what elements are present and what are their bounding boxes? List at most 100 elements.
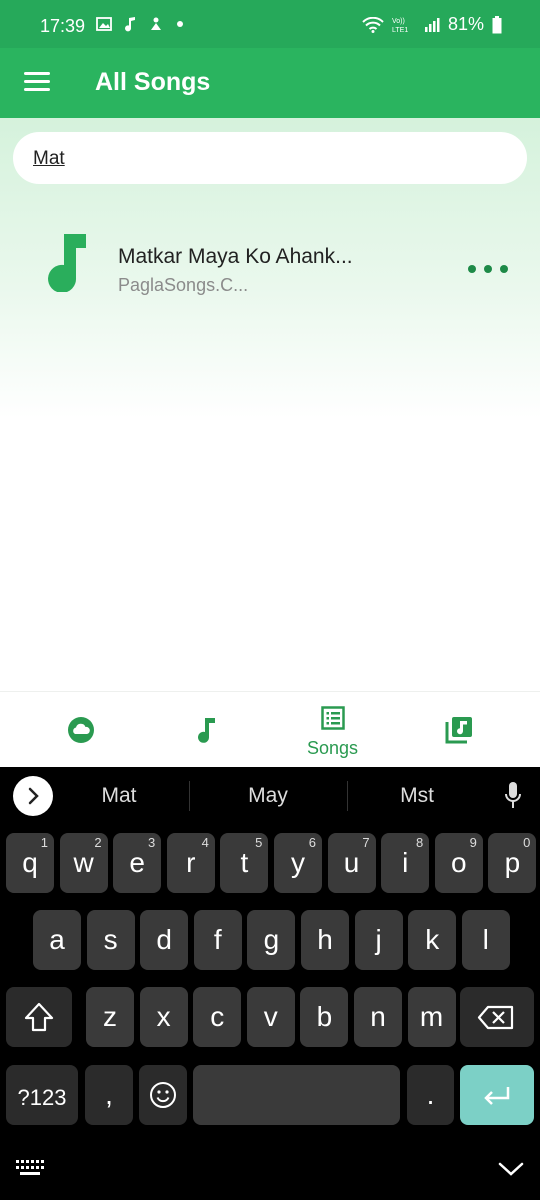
key-y-label: y — [291, 847, 305, 878]
key-s[interactable]: s — [86, 910, 135, 970]
app-bar: All Songs — [0, 48, 540, 118]
key-g[interactable]: g — [247, 910, 296, 970]
microphone-icon[interactable] — [503, 781, 523, 811]
key-i-hint: 8 — [415, 835, 424, 850]
key-f-label: f — [213, 924, 222, 955]
key-l[interactable]: l — [461, 910, 510, 970]
status-bar: 17:39 Vo)) LTE1 81% — [0, 0, 540, 48]
key-j-label: j — [375, 924, 382, 955]
signal-icon — [424, 17, 440, 32]
song-list-item[interactable]: Matkar Maya Ko Ahank... PaglaSongs.C... — [0, 212, 540, 322]
hide-keyboard-icon[interactable] — [498, 1161, 524, 1177]
key-e-label: e — [129, 847, 145, 878]
key-z-label: z — [103, 1001, 117, 1032]
keyboard-grid-icon[interactable] — [16, 1159, 44, 1179]
key-r[interactable]: r4 — [166, 833, 215, 893]
key-m-label: m — [419, 1001, 444, 1032]
symbols-key[interactable]: ?123 — [6, 1065, 78, 1125]
nav-songs[interactable]: Songs — [265, 692, 400, 768]
key-z[interactable]: z — [86, 987, 134, 1047]
menu-icon[interactable] — [24, 72, 50, 92]
comma-key-label: , — [105, 1079, 113, 1110]
key-h-label: h — [317, 924, 333, 955]
key-b-label: b — [316, 1001, 333, 1032]
key-i-label: i — [402, 847, 409, 878]
key-f[interactable]: f — [193, 910, 242, 970]
wifi-icon — [362, 16, 384, 33]
key-o[interactable]: o9 — [434, 833, 483, 893]
dot-icon — [177, 21, 183, 27]
expand-toolbar-button[interactable] — [13, 776, 53, 816]
key-w-label: w — [73, 847, 94, 878]
keyboard: Mat May Mst q1w2e3r4t5y6u7i8o9p0 asdfghj… — [0, 767, 540, 1200]
song-subtitle: PaglaSongs.C... — [118, 275, 249, 295]
key-x[interactable]: x — [139, 987, 188, 1047]
key-c[interactable]: c — [193, 987, 242, 1047]
suggestion-2[interactable]: May — [208, 784, 328, 808]
key-w[interactable]: w2 — [59, 833, 108, 893]
nav-cloud[interactable] — [13, 692, 148, 768]
key-y-hint: 6 — [308, 835, 316, 850]
nav-playlist[interactable] — [391, 692, 526, 768]
search-input[interactable] — [33, 146, 503, 172]
key-b[interactable]: b — [300, 987, 349, 1047]
key-k[interactable]: k — [408, 910, 457, 970]
space-key[interactable] — [193, 1065, 400, 1125]
battery-percent: 81% — [447, 14, 484, 34]
key-o-label: o — [451, 847, 467, 878]
key-q[interactable]: q1 — [6, 833, 54, 893]
notification-icons — [96, 16, 184, 32]
backspace-key[interactable] — [460, 987, 534, 1047]
key-o-hint: 9 — [469, 835, 477, 850]
key-n-label: n — [370, 1001, 386, 1032]
comma-key[interactable]: , — [85, 1065, 133, 1125]
key-j[interactable]: j — [354, 910, 403, 970]
playlist-icon — [445, 717, 472, 744]
volte-icon: Vo)) LTE1 — [392, 18, 408, 34]
emoji-icon — [150, 1082, 176, 1108]
key-n[interactable]: n — [354, 987, 402, 1047]
dot-icon — [500, 265, 508, 273]
key-r-hint: 4 — [201, 835, 209, 850]
key-w-hint: 2 — [94, 835, 102, 850]
key-t-hint: 5 — [255, 835, 263, 850]
key-m[interactable]: m — [407, 987, 456, 1047]
key-v-label: v — [263, 1001, 278, 1032]
emoji-key[interactable] — [139, 1065, 187, 1125]
image-icon — [96, 17, 112, 31]
period-key[interactable]: . — [407, 1065, 454, 1125]
key-u-hint: 7 — [362, 835, 370, 850]
key-y[interactable]: y6 — [274, 833, 322, 893]
key-p[interactable]: p0 — [488, 833, 537, 893]
key-u[interactable]: u7 — [327, 833, 376, 893]
suggestion-bar: Mat May Mst — [0, 767, 540, 825]
key-u-label: u — [343, 847, 360, 878]
more-options-button[interactable] — [462, 254, 514, 284]
key-i[interactable]: i8 — [381, 833, 430, 893]
suggestion-3[interactable]: Mst — [357, 784, 477, 808]
key-c-label: c — [210, 1001, 225, 1032]
key-x-label: x — [156, 1001, 171, 1032]
dot-icon — [468, 265, 476, 273]
shift-key[interactable] — [6, 987, 72, 1047]
key-l-label: l — [482, 924, 489, 955]
key-q-hint: 1 — [40, 835, 48, 850]
nav-music[interactable] — [139, 692, 274, 768]
system-icons: Vo)) LTE1 81% — [362, 14, 502, 35]
key-d-label: d — [156, 924, 172, 955]
key-k-label: k — [425, 924, 440, 955]
key-e[interactable]: e3 — [113, 833, 162, 893]
search-box[interactable] — [13, 132, 527, 184]
suggestion-1[interactable]: Mat — [59, 784, 179, 808]
key-t[interactable]: t5 — [220, 833, 269, 893]
key-s-label: s — [103, 924, 118, 955]
bottom-navigation: Songs — [0, 691, 540, 767]
key-d[interactable]: d — [140, 910, 189, 970]
nav-songs-label: Songs — [306, 738, 359, 758]
music-note-icon — [197, 718, 215, 743]
key-p-hint: 0 — [523, 835, 531, 850]
key-h[interactable]: h — [301, 910, 349, 970]
enter-key[interactable] — [460, 1065, 534, 1125]
key-a[interactable]: a — [33, 910, 81, 970]
key-v[interactable]: v — [246, 987, 295, 1047]
